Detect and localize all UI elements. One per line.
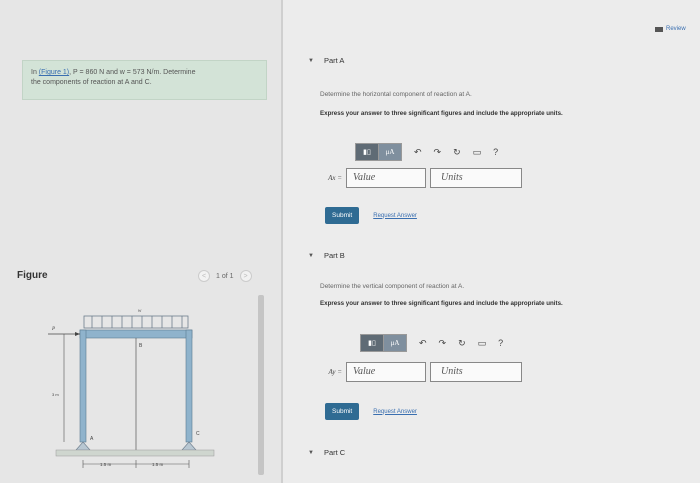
- template-icon[interactable]: ▮▯: [361, 335, 383, 351]
- caret-down-icon: ▼: [308, 252, 314, 259]
- part-a-instruction: Express your answer to three significant…: [320, 110, 563, 117]
- ay-label: Ay =: [328, 368, 342, 376]
- ay-units-input[interactable]: Units: [430, 362, 522, 382]
- pane-divider[interactable]: [281, 0, 283, 483]
- support-c: [181, 441, 197, 451]
- ax-value-input[interactable]: Value: [346, 168, 426, 188]
- height-label: 3 m: [52, 392, 59, 397]
- force-p-arrowhead: [75, 332, 80, 336]
- mu-button[interactable]: μA: [383, 335, 406, 351]
- review-label: Review: [666, 26, 686, 32]
- format-buttons: ▮▯ μA: [355, 143, 402, 161]
- redo-icon[interactable]: ↷: [439, 338, 447, 349]
- figure-pager: < 1 of 1 >: [198, 270, 252, 282]
- keyboard-icon[interactable]: ▭: [478, 338, 487, 349]
- ax-label: Ax =: [328, 174, 342, 182]
- part-b-toolbar: ▮▯ μA ↶ ↷ ↻ ▭ ?: [360, 334, 503, 352]
- problem-line2: the components of reaction at A and C.: [31, 79, 152, 86]
- frame-diagram: w B P 3 m A C 1.5 m 1.5 m: [48, 309, 215, 468]
- top-beam: [79, 329, 193, 339]
- point-c-label: C: [196, 431, 200, 437]
- prev-figure-button[interactable]: <: [198, 270, 210, 282]
- part-c-title: Part C: [323, 448, 346, 457]
- problem-prefix: In: [31, 69, 39, 76]
- part-a-actions: Submit Request Answer: [325, 207, 417, 224]
- undo-icon[interactable]: ↶: [414, 147, 422, 158]
- part-b-actions: Submit Request Answer: [325, 403, 417, 420]
- figure-scrollbar[interactable]: [258, 295, 264, 475]
- reset-icon[interactable]: ↻: [453, 147, 461, 158]
- mu-button[interactable]: μA: [378, 144, 401, 160]
- keyboard-icon[interactable]: ▭: [473, 147, 482, 158]
- template-icon[interactable]: ▮▯: [356, 144, 378, 160]
- part-a-toolbar: ▮▯ μA ↶ ↷ ↻ ▭ ?: [355, 143, 498, 161]
- undo-icon[interactable]: ↶: [419, 338, 427, 349]
- caret-down-icon: ▼: [308, 449, 314, 456]
- problem-statement: In (Figure 1), P = 860 N and w = 573 N/m…: [22, 60, 267, 100]
- problem-values: , P = 860 N and w = 573 N/m. Determine: [69, 69, 196, 76]
- load-arrows: [91, 316, 183, 328]
- caret-down-icon: ▼: [308, 57, 314, 64]
- part-b-instruction: Express your answer to three significant…: [320, 300, 563, 307]
- left-column: [79, 329, 87, 443]
- part-a-question: Determine the horizontal component of re…: [320, 91, 472, 98]
- dim-right-label: 1.5 m: [152, 462, 164, 467]
- next-figure-button[interactable]: >: [239, 270, 252, 282]
- part-c-header[interactable]: ▼ Part C: [308, 448, 345, 457]
- review-icon: [655, 26, 663, 32]
- part-b-question: Determine the vertical component of reac…: [320, 283, 465, 290]
- figure-label: Figure: [17, 270, 48, 281]
- part-a-title: Part A: [323, 56, 345, 65]
- part-a-header[interactable]: ▼ Part A: [308, 56, 344, 65]
- ay-value-input[interactable]: Value: [346, 362, 426, 382]
- support-a: [75, 441, 91, 451]
- format-buttons: ▮▯ μA: [360, 334, 407, 352]
- dim-left-label: 1.5 m: [100, 462, 112, 467]
- load-label: w: [138, 309, 142, 314]
- part-b-submit-button[interactable]: Submit: [325, 403, 360, 420]
- part-b-title: Part B: [323, 251, 345, 260]
- right-column: [185, 329, 193, 443]
- part-b-answer-row: Ay = Value Units: [320, 362, 522, 382]
- pager-count: 1 of 1: [216, 272, 234, 280]
- help-icon[interactable]: ?: [493, 147, 498, 157]
- part-a-submit-button[interactable]: Submit: [325, 207, 360, 224]
- figure-link[interactable]: (Figure 1): [39, 69, 69, 76]
- reset-icon[interactable]: ↻: [458, 338, 466, 349]
- ground: [55, 449, 215, 457]
- force-p-label: P: [51, 327, 55, 332]
- part-a-answer-row: Ax = Value Units: [320, 168, 522, 188]
- review-link[interactable]: Review: [655, 26, 686, 32]
- part-b-request-answer[interactable]: Request Answer: [373, 409, 417, 415]
- point-a-label: A: [90, 436, 94, 442]
- part-a-request-answer[interactable]: Request Answer: [373, 213, 417, 219]
- help-icon[interactable]: ?: [498, 338, 503, 348]
- redo-icon[interactable]: ↷: [434, 147, 442, 158]
- part-b-header[interactable]: ▼ Part B: [308, 251, 345, 260]
- ax-units-input[interactable]: Units: [430, 168, 522, 188]
- point-b-label: B: [139, 343, 143, 349]
